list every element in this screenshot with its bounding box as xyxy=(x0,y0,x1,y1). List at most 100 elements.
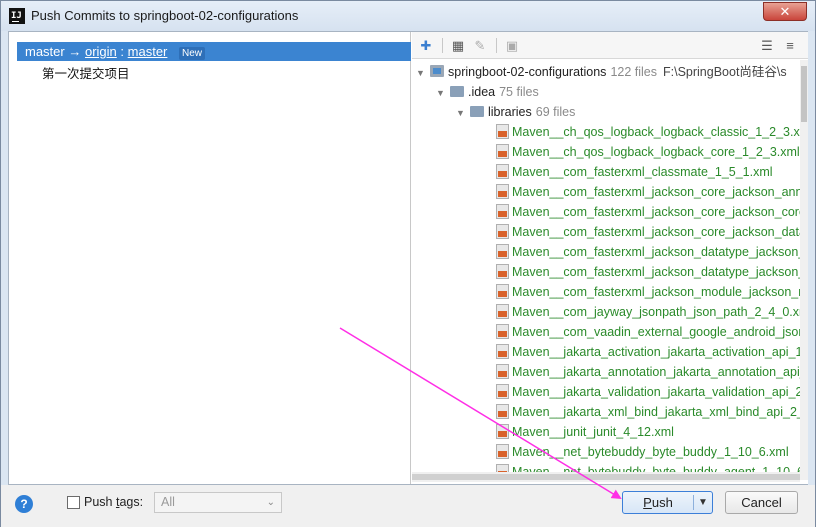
help-button[interactable]: ? xyxy=(15,495,33,513)
save-icon[interactable]: ▣ xyxy=(504,38,520,54)
push-tags-select-value: All xyxy=(161,495,175,509)
push-tags-checkbox[interactable] xyxy=(67,496,80,509)
tree-file[interactable]: Maven__com_fasterxml_jackson_core_jackso… xyxy=(496,222,800,242)
commit-item[interactable]: 第一次提交项目 xyxy=(42,63,130,82)
tree-file[interactable]: Maven__jakarta_annotation_jakarta_annota… xyxy=(496,362,800,382)
push-tags-suffix: ags: xyxy=(119,495,144,509)
xml-file-icon xyxy=(496,224,509,239)
close-button[interactable]: ✕ xyxy=(763,2,807,21)
push-tags-prefix: Push xyxy=(84,495,116,509)
new-branch-badge: New xyxy=(179,47,206,60)
tree-file[interactable]: Maven__jakarta_validation_jakarta_valida… xyxy=(496,382,800,402)
file-name: Maven__com_jayway_jsonpath_json_path_2_4… xyxy=(512,305,800,319)
toolbar-separator xyxy=(496,38,497,53)
folder-name: libraries xyxy=(488,105,532,119)
file-count: 75 files xyxy=(499,85,539,99)
horizontal-scrollbar-thumb[interactable] xyxy=(412,474,800,480)
file-name: Maven__com_fasterxml_jackson_core_jackso… xyxy=(512,225,800,239)
file-count: 69 files xyxy=(535,105,576,119)
chevron-down-icon: ⌄ xyxy=(266,497,275,508)
tree-file[interactable]: Maven__ch_qos_logback_logback_classic_1_… xyxy=(496,122,800,142)
push-button-label[interactable]: Push xyxy=(623,492,693,513)
expand-all-icon[interactable]: ☰ xyxy=(759,38,775,54)
edit-icon[interactable]: ✎ xyxy=(472,38,488,54)
chevron-down-icon[interactable]: ▼ xyxy=(456,103,470,123)
xml-file-icon xyxy=(496,444,509,459)
file-name: Maven__jakarta_annotation_jakarta_annota… xyxy=(512,365,800,379)
vertical-scrollbar-thumb[interactable] xyxy=(801,66,807,122)
folder-icon xyxy=(450,86,464,97)
push-commits-dialog: IJ Push Commits to springboot-02-configu… xyxy=(0,0,816,527)
xml-file-icon xyxy=(496,204,509,219)
intellij-app-icon: IJ xyxy=(9,8,25,24)
xml-file-icon xyxy=(496,264,509,279)
collapse-all-icon[interactable]: ≡ xyxy=(782,38,798,54)
tree-root-module[interactable]: ▼ springboot-02-configurations 122 files F:… xyxy=(416,62,787,82)
tree-file[interactable]: Maven__ch_qos_logback_logback_core_1_2_3… xyxy=(496,142,800,162)
xml-file-icon xyxy=(496,364,509,379)
module-name: springboot-02-configurations xyxy=(448,65,607,79)
module-icon xyxy=(430,65,444,77)
push-tags-select[interactable]: All ⌄ xyxy=(154,492,282,513)
tree-file[interactable]: Maven__com_fasterxml_classmate_1_5_1.xml xyxy=(496,162,773,182)
file-name: Maven__ch_qos_logback_logback_core_1_2_3… xyxy=(512,145,800,159)
xml-file-icon xyxy=(496,404,509,419)
tree-file[interactable]: Maven__com_fasterxml_jackson_module_jack… xyxy=(496,282,800,302)
tree-file[interactable]: Maven__jakarta_xml_bind_jakarta_xml_bind… xyxy=(496,402,800,422)
tree-file[interactable]: Maven__com_fasterxml_jackson_datatype_ja… xyxy=(496,242,800,262)
tree-file[interactable]: Maven__com_vaadin_external_google_androi… xyxy=(496,322,800,342)
tree-folder-idea[interactable]: ▼ .idea 75 files xyxy=(436,82,539,102)
dialog-content: master → origin : master New 第一次提交项目 ✚ ▦… xyxy=(8,31,808,485)
branch-mapping-row[interactable]: master → origin : master New xyxy=(17,42,411,61)
chevron-down-icon[interactable]: ▼ xyxy=(416,63,430,83)
tree-file[interactable]: Maven__jakarta_activation_jakarta_activa… xyxy=(496,342,800,362)
branch-separator: : xyxy=(120,44,125,59)
xml-file-icon xyxy=(496,164,509,179)
changes-pane: ✚ ▦ ✎ ▣ ☰ ≡ ▼ springboot-02-configuration… xyxy=(412,32,808,484)
module-path: F:\SpringBoot尚硅谷\s xyxy=(663,65,787,79)
push-button[interactable]: Push ▼ xyxy=(622,491,713,514)
push-options-dropdown-icon[interactable]: ▼ xyxy=(694,492,712,513)
commits-pane: master → origin : master New 第一次提交项目 xyxy=(9,32,411,484)
xml-file-icon xyxy=(496,384,509,399)
remote-name-link[interactable]: origin xyxy=(85,44,117,59)
xml-file-icon xyxy=(496,244,509,259)
tree-file[interactable]: Maven__com_fasterxml_jackson_core_jackso… xyxy=(496,202,800,222)
folder-name: .idea xyxy=(468,85,496,99)
file-name: Maven__ch_qos_logback_logback_classic_1_… xyxy=(512,125,800,139)
file-name: Maven__net_bytebuddy_byte_buddy_1_10_6.x… xyxy=(512,445,789,459)
push-mnemonic: P xyxy=(643,495,652,510)
title-bar[interactable]: IJ Push Commits to springboot-02-configu… xyxy=(1,1,815,31)
tree-file[interactable]: Maven__com_fasterxml_jackson_datatype_ja… xyxy=(496,262,800,282)
remote-branch-link[interactable]: master xyxy=(128,44,168,59)
vertical-scrollbar[interactable] xyxy=(800,60,808,480)
expand-collapse-icon[interactable]: ✚ xyxy=(418,38,434,54)
xml-file-icon xyxy=(496,344,509,359)
cancel-button[interactable]: Cancel xyxy=(725,491,798,514)
xml-file-icon xyxy=(496,324,509,339)
file-name: Maven__com_vaadin_external_google_androi… xyxy=(512,325,800,339)
tree-folder-libraries[interactable]: ▼ libraries 69 files xyxy=(456,102,575,122)
chevron-down-icon[interactable]: ▼ xyxy=(436,83,450,103)
file-name: Maven__jakarta_activation_jakarta_activa… xyxy=(512,345,800,359)
changes-toolbar: ✚ ▦ ✎ ▣ ☰ ≡ xyxy=(412,32,808,59)
folder-icon xyxy=(470,106,484,117)
tree-file[interactable]: Maven__net_bytebuddy_byte_buddy_1_10_6.x… xyxy=(496,442,789,462)
xml-file-icon xyxy=(496,124,509,139)
file-name: Maven__jakarta_validation_jakarta_valida… xyxy=(512,385,800,399)
tree-file[interactable]: Maven__junit_junit_4_12.xml xyxy=(496,422,674,442)
changes-tree: ▼ springboot-02-configurations 122 files F:… xyxy=(412,60,800,480)
file-name: Maven__jakarta_xml_bind_jakarta_xml_bind… xyxy=(512,405,800,419)
file-name: Maven__com_fasterxml_classmate_1_5_1.xml xyxy=(512,165,773,179)
local-branch: master xyxy=(25,44,65,59)
push-tags-label[interactable]: Push tags: xyxy=(84,495,143,509)
tree-file[interactable]: Maven__com_jayway_jsonpath_json_path_2_4… xyxy=(496,302,800,322)
push-label-rest: ush xyxy=(651,495,673,510)
xml-file-icon xyxy=(496,284,509,299)
tree-file[interactable]: Maven__com_fasterxml_jackson_core_jackso… xyxy=(496,182,800,202)
xml-file-icon xyxy=(496,304,509,319)
file-name: Maven__com_fasterxml_jackson_module_jack… xyxy=(512,285,800,299)
horizontal-scrollbar[interactable] xyxy=(412,472,800,482)
group-by-icon[interactable]: ▦ xyxy=(450,38,466,54)
window-title: Push Commits to springboot-02-configurat… xyxy=(31,8,299,23)
